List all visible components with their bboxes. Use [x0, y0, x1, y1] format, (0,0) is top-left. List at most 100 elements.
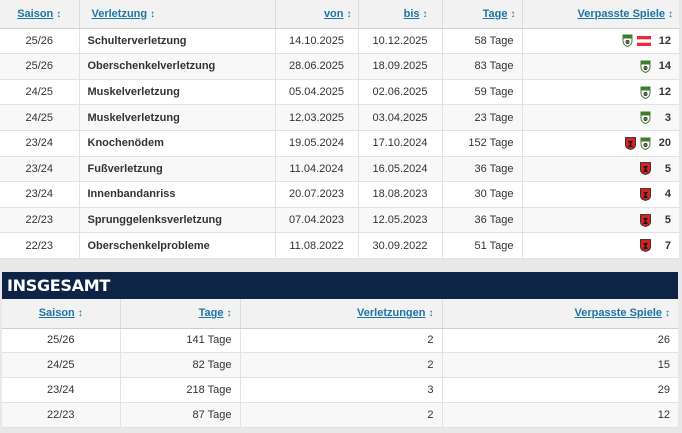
missed-games-count: 5	[664, 162, 671, 175]
injury-season-cell: 24/25	[0, 104, 80, 131]
injury-days-cell: 51 Tage	[442, 232, 523, 259]
rapid-wien-crest-icon[interactable]	[622, 34, 633, 48]
red-club-crest-icon[interactable]	[625, 136, 636, 150]
injury-name-cell: Muskelverletzung	[79, 79, 276, 106]
sort-arrows-icon[interactable]: ↕	[511, 9, 516, 20]
sort-season-header[interactable]: Saison ↕	[0, 0, 80, 29]
injury-from-date-cell: 14.10.2025	[275, 28, 359, 55]
sort-days-header[interactable]: Tage ↕	[442, 0, 523, 29]
red-club-crest-icon[interactable]	[640, 162, 651, 176]
injury-table-header-row: Saison ↕ Verletzung ↕ von ↕ bis ↕ Tage ↕ Verp…	[0, 0, 679, 29]
totals-missed-games-cell: 15	[442, 352, 678, 378]
season-header-label[interactable]: Saison	[17, 8, 53, 20]
injury-until-date-cell: 18.08.2023	[358, 181, 443, 208]
sort-totals-season-header[interactable]: Saison ↕	[2, 299, 121, 329]
sort-totals-days-header[interactable]: Tage ↕	[120, 299, 241, 329]
sort-arrows-icon[interactable]: ↕	[429, 308, 434, 319]
missed-games-header-label[interactable]: Verpasste Spiele	[578, 8, 665, 20]
red-club-crest-icon[interactable]	[640, 188, 651, 201]
totals-injuries-header-label[interactable]: Verletzungen	[357, 307, 425, 319]
injury-row: 23/24 Knochenödem 19.05.2024 17.10.2024 152 …	[0, 130, 679, 157]
sort-from-header[interactable]: von ↕	[275, 0, 359, 29]
injury-until-date-cell: 10.12.2025	[358, 28, 443, 55]
days-header-label[interactable]: Tage	[483, 8, 508, 20]
injury-season-cell: 23/24	[0, 156, 80, 183]
missed-games-cell: 7	[522, 232, 679, 259]
injury-days-cell: 30 Tage	[442, 181, 523, 208]
totals-injuries-cell: 3	[240, 377, 443, 403]
sort-arrows-icon[interactable]: ↕	[56, 9, 61, 20]
missed-games-cell: 5	[522, 207, 679, 234]
missed-games-count: 4	[664, 188, 671, 201]
injury-name-cell: Muskelverletzung	[79, 104, 276, 131]
totals-section-title: INSGESAMT	[2, 272, 678, 299]
sort-injury-header[interactable]: Verletzung ↕	[79, 0, 276, 29]
totals-season-header-label[interactable]: Saison	[39, 307, 75, 319]
sort-arrows-icon[interactable]: ↕	[347, 9, 352, 20]
rapid-wien-crest-icon[interactable]	[640, 111, 651, 125]
injury-header-label[interactable]: Verletzung	[92, 8, 148, 20]
sort-totals-injuries-header[interactable]: Verletzungen ↕	[240, 299, 443, 329]
totals-row: 23/24 218 Tage 3 29	[2, 377, 678, 403]
rapid-wien-crest-icon[interactable]	[640, 137, 651, 150]
injury-from-date-cell: 07.04.2023	[275, 207, 359, 234]
sort-arrows-icon[interactable]: ↕	[78, 308, 83, 319]
totals-season-cell: 22/23	[2, 402, 121, 428]
injury-season-cell: 22/23	[0, 232, 80, 259]
missed-games-cell: 3	[522, 104, 679, 131]
injury-season-cell: 22/23	[0, 207, 80, 234]
red-club-crest-icon[interactable]	[640, 239, 651, 253]
rapid-wien-crest-icon[interactable]	[640, 60, 651, 73]
sort-arrows-icon[interactable]: ↕	[665, 308, 670, 319]
totals-days-cell: 141 Tage	[120, 328, 241, 354]
injury-row: 25/26 Schulterverletzung 14.10.2025 10.12.2…	[0, 28, 679, 55]
totals-days-header-label[interactable]: Tage	[199, 307, 224, 319]
totals-days-cell: 218 Tage	[120, 377, 241, 403]
injury-until-date-cell: 12.05.2023	[358, 207, 443, 234]
injury-row: 22/23 Sprunggelenksverletzung 07.04.2023 12…	[0, 207, 679, 234]
injury-days-cell: 23 Tage	[442, 104, 523, 131]
injury-season-cell: 24/25	[0, 79, 80, 106]
sort-totals-missed-games-header[interactable]: Verpasste Spiele ↕	[442, 299, 678, 329]
sort-arrows-icon[interactable]: ↕	[668, 9, 673, 20]
injury-from-date-cell: 11.04.2024	[275, 156, 359, 183]
injury-until-date-cell: 17.10.2024	[358, 130, 443, 157]
sort-arrows-icon[interactable]: ↕	[227, 308, 232, 319]
injury-from-date-cell: 12.03.2025	[275, 104, 359, 131]
sort-missed-games-header[interactable]: Verpasste Spiele ↕	[522, 0, 679, 29]
sort-arrows-icon[interactable]: ↕	[423, 9, 428, 20]
until-header-label[interactable]: bis	[404, 8, 420, 20]
red-club-crest-icon[interactable]	[640, 213, 651, 227]
injury-row: 23/24 Innenbandanriss 20.07.2023 18.08.2023…	[0, 181, 679, 208]
injury-row: 24/25 Muskelverletzung 05.04.2025 02.06.202…	[0, 79, 679, 106]
injury-row: 23/24 Fußverletzung 11.04.2024 16.05.2024 36…	[0, 156, 679, 183]
austria-flag-icon[interactable]	[637, 35, 651, 47]
missed-games-count: 14	[658, 60, 671, 73]
missed-games-cell: 4	[522, 181, 679, 208]
sort-until-header[interactable]: bis ↕	[358, 0, 443, 29]
injury-row: 24/25 Muskelverletzung 12.03.2025 03.04.202…	[0, 104, 679, 131]
missed-games-count: 20	[658, 137, 671, 150]
missed-games-cell: 14	[522, 53, 679, 80]
injury-from-date-cell: 28.06.2025	[275, 53, 359, 80]
injury-history-table: Saison ↕ Verletzung ↕ von ↕ bis ↕ Tage ↕ Verp…	[0, 0, 679, 259]
totals-table: Saison ↕ Tage ↕ Verletzungen ↕ Verpasste Sp…	[2, 299, 678, 428]
from-header-label[interactable]: von	[324, 8, 344, 20]
injury-from-date-cell: 20.07.2023	[275, 181, 359, 208]
injury-until-date-cell: 30.09.2022	[358, 232, 443, 259]
injury-name-cell: Oberschenkelverletzung	[79, 53, 276, 80]
totals-row: 22/23 87 Tage 2 12	[2, 402, 678, 428]
rapid-wien-crest-icon[interactable]	[640, 86, 651, 99]
injury-days-cell: 58 Tage	[442, 28, 523, 55]
injury-row: 22/23 Oberschenkelprobleme 11.08.2022 30.09…	[0, 232, 679, 259]
injury-days-cell: 83 Tage	[442, 53, 523, 80]
totals-season-cell: 23/24	[2, 377, 121, 403]
injury-name-cell: Knochenödem	[79, 130, 276, 157]
totals-missed-games-cell: 29	[442, 377, 678, 403]
totals-table-header-row: Saison ↕ Tage ↕ Verletzungen ↕ Verpasste Sp…	[2, 299, 678, 329]
totals-days-cell: 82 Tage	[120, 352, 241, 378]
sort-arrows-icon[interactable]: ↕	[150, 9, 155, 20]
totals-missed-games-header-label[interactable]: Verpasste Spiele	[575, 307, 662, 319]
totals-row: 25/26 141 Tage 2 26	[2, 328, 678, 354]
injury-until-date-cell: 03.04.2025	[358, 104, 443, 131]
